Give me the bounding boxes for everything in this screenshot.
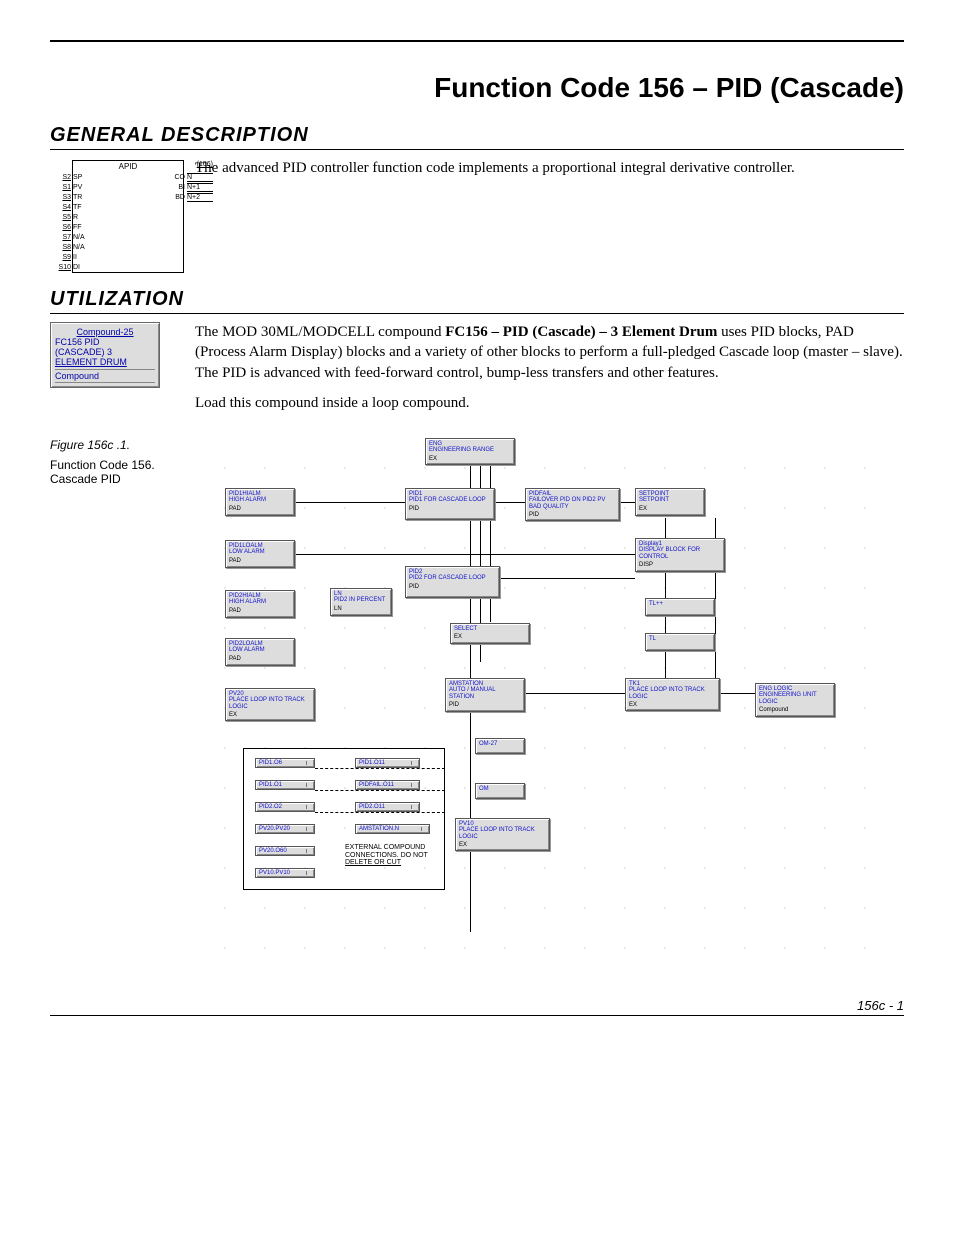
apid-code: (156)	[197, 161, 213, 168]
diagram-block-setpoint: SETPOINTSETPOINTEX	[635, 488, 705, 516]
diagram-block-pv20: PV20PLACE LOOP INTO TRACK LOGICEX	[225, 688, 315, 721]
diagram-smallblock-pid1o1: PID1.O1	[255, 780, 315, 790]
utilization-body-1: The MOD 30ML/MODCELL compound FC156 – PI…	[195, 322, 904, 383]
diagram-block-pid1hialm: PID1HIALMHIGH ALARMPAD	[225, 488, 295, 516]
diagram-smallblock-pid2o2: PID2.O2	[255, 802, 315, 812]
figure-number: Figure 156c .1.	[50, 438, 180, 452]
diagram-smallblock-pv20pv20: PV20.PV20	[255, 824, 315, 834]
diagram-block-pid1: PID1PID1 FOR CASCADE LOOPPID	[405, 488, 495, 520]
apid-row: S9II	[73, 252, 183, 262]
apid-row: S4TF	[73, 202, 183, 212]
diagram-block-om: OM	[475, 783, 525, 799]
figure-caption: Function Code 156. Cascade PID	[50, 458, 180, 486]
compound-thumb-line: ELEMENT DRUM	[55, 357, 155, 367]
compound-thumb-header: Compound-25	[55, 327, 155, 337]
diagram-smallblock-pv10pv10: PV10.PV10	[255, 868, 315, 878]
compound-thumbnail: Compound-25 FC156 PID (CASCADE) 3 ELEMEN…	[50, 322, 160, 388]
diagram-block-amstation: AMSTATIONAUTO / MANUAL STATIONPID	[445, 678, 525, 712]
diagram-block-tl2: TL	[645, 633, 715, 651]
apid-row: S8N/A	[73, 242, 183, 252]
diagram-smallblock-pv20o60: PV20.O60	[255, 846, 315, 856]
diagram-smallblock-pid1o11: PID1.O11	[355, 758, 420, 768]
compound-thumb-footer: Compound	[55, 369, 155, 383]
apid-title: APID	[73, 161, 183, 172]
compound-thumb-line: (CASCADE) 3	[55, 347, 155, 357]
apid-row: S1PVBIN+1	[73, 182, 183, 192]
apid-block-diagram: APID (156) S2SPCONS1PVBIN+1S3TRBDN+2S4TF…	[72, 160, 148, 273]
diagram-smallblock-amstationn: AMSTATION.N	[355, 824, 430, 834]
diagram-block-eng: ENGENGINEERING RANGEEX	[425, 438, 515, 465]
diagram-smallblock-pid1o6: PID1.O6	[255, 758, 315, 768]
utilization-body-2: Load this compound inside a loop compoun…	[195, 393, 904, 413]
apid-row: S10DI	[73, 262, 183, 272]
diagram-note: EXTERNAL COMPOUNDCONNECTIONS. DO NOTDELE…	[345, 844, 428, 867]
page-title: Function Code 156 – PID (Cascade)	[50, 72, 904, 104]
apid-row: S6FF	[73, 222, 183, 232]
diagram-block-englogic: ENG LOGICENGINEERING UNIT LOGICCompound	[755, 683, 835, 717]
diagram-block-pid2hialm: PID2HIALMHIGH ALARMPAD	[225, 590, 295, 618]
diagram-block-select: SELECTEX	[450, 623, 530, 644]
compound-thumb-line: FC156 PID	[55, 337, 155, 347]
diagram-block-pid2: PID2PID2 FOR CASCADE LOOPPID	[405, 566, 500, 598]
apid-row: S3TRBDN+2	[73, 192, 183, 202]
diagram-block-tk1: TK1PLACE LOOP INTO TRACK LOGICEX	[625, 678, 720, 711]
diagram-block-pidfail: PIDFAILFAILOVER PID ON PID2 PV BAD QUALI…	[525, 488, 620, 521]
section-utilization-heading: UTILIZATION	[50, 288, 904, 314]
diagram-block-ln: LNPID2 IN PERCENTLN	[330, 588, 392, 616]
page-footer: 156c - 1	[50, 998, 904, 1016]
general-description-body: The advanced PID controller function cod…	[195, 158, 795, 178]
diagram-block-display1: Display1DISPLAY BLOCK FOR CONTROLDISP	[635, 538, 725, 572]
apid-row: S7N/A	[73, 232, 183, 242]
diagram-block-om27: OM-27	[475, 738, 525, 754]
section-general-heading: GENERAL DESCRIPTION	[50, 124, 904, 150]
diagram-smallblock-pid2o11: PID2.O11	[355, 802, 420, 812]
apid-row: S2SPCON	[73, 172, 183, 182]
diagram-block-tl1: TL++	[645, 598, 715, 616]
diagram-block-pid1loalm: PID1LOALMLOW ALARMPAD	[225, 540, 295, 568]
apid-row: S5R	[73, 212, 183, 222]
block-diagram: ENGENGINEERING RANGEEX PID1HIALMHIGH ALAR…	[195, 438, 904, 968]
diagram-block-pv10: PV10PLACE LOOP INTO TRACK LOGICEX	[455, 818, 550, 851]
diagram-block-pid2loalm: PID2LOALMLOW ALARMPAD	[225, 638, 295, 666]
diagram-smallblock-pidfailo11: PIDFAIL.O11	[355, 780, 420, 790]
